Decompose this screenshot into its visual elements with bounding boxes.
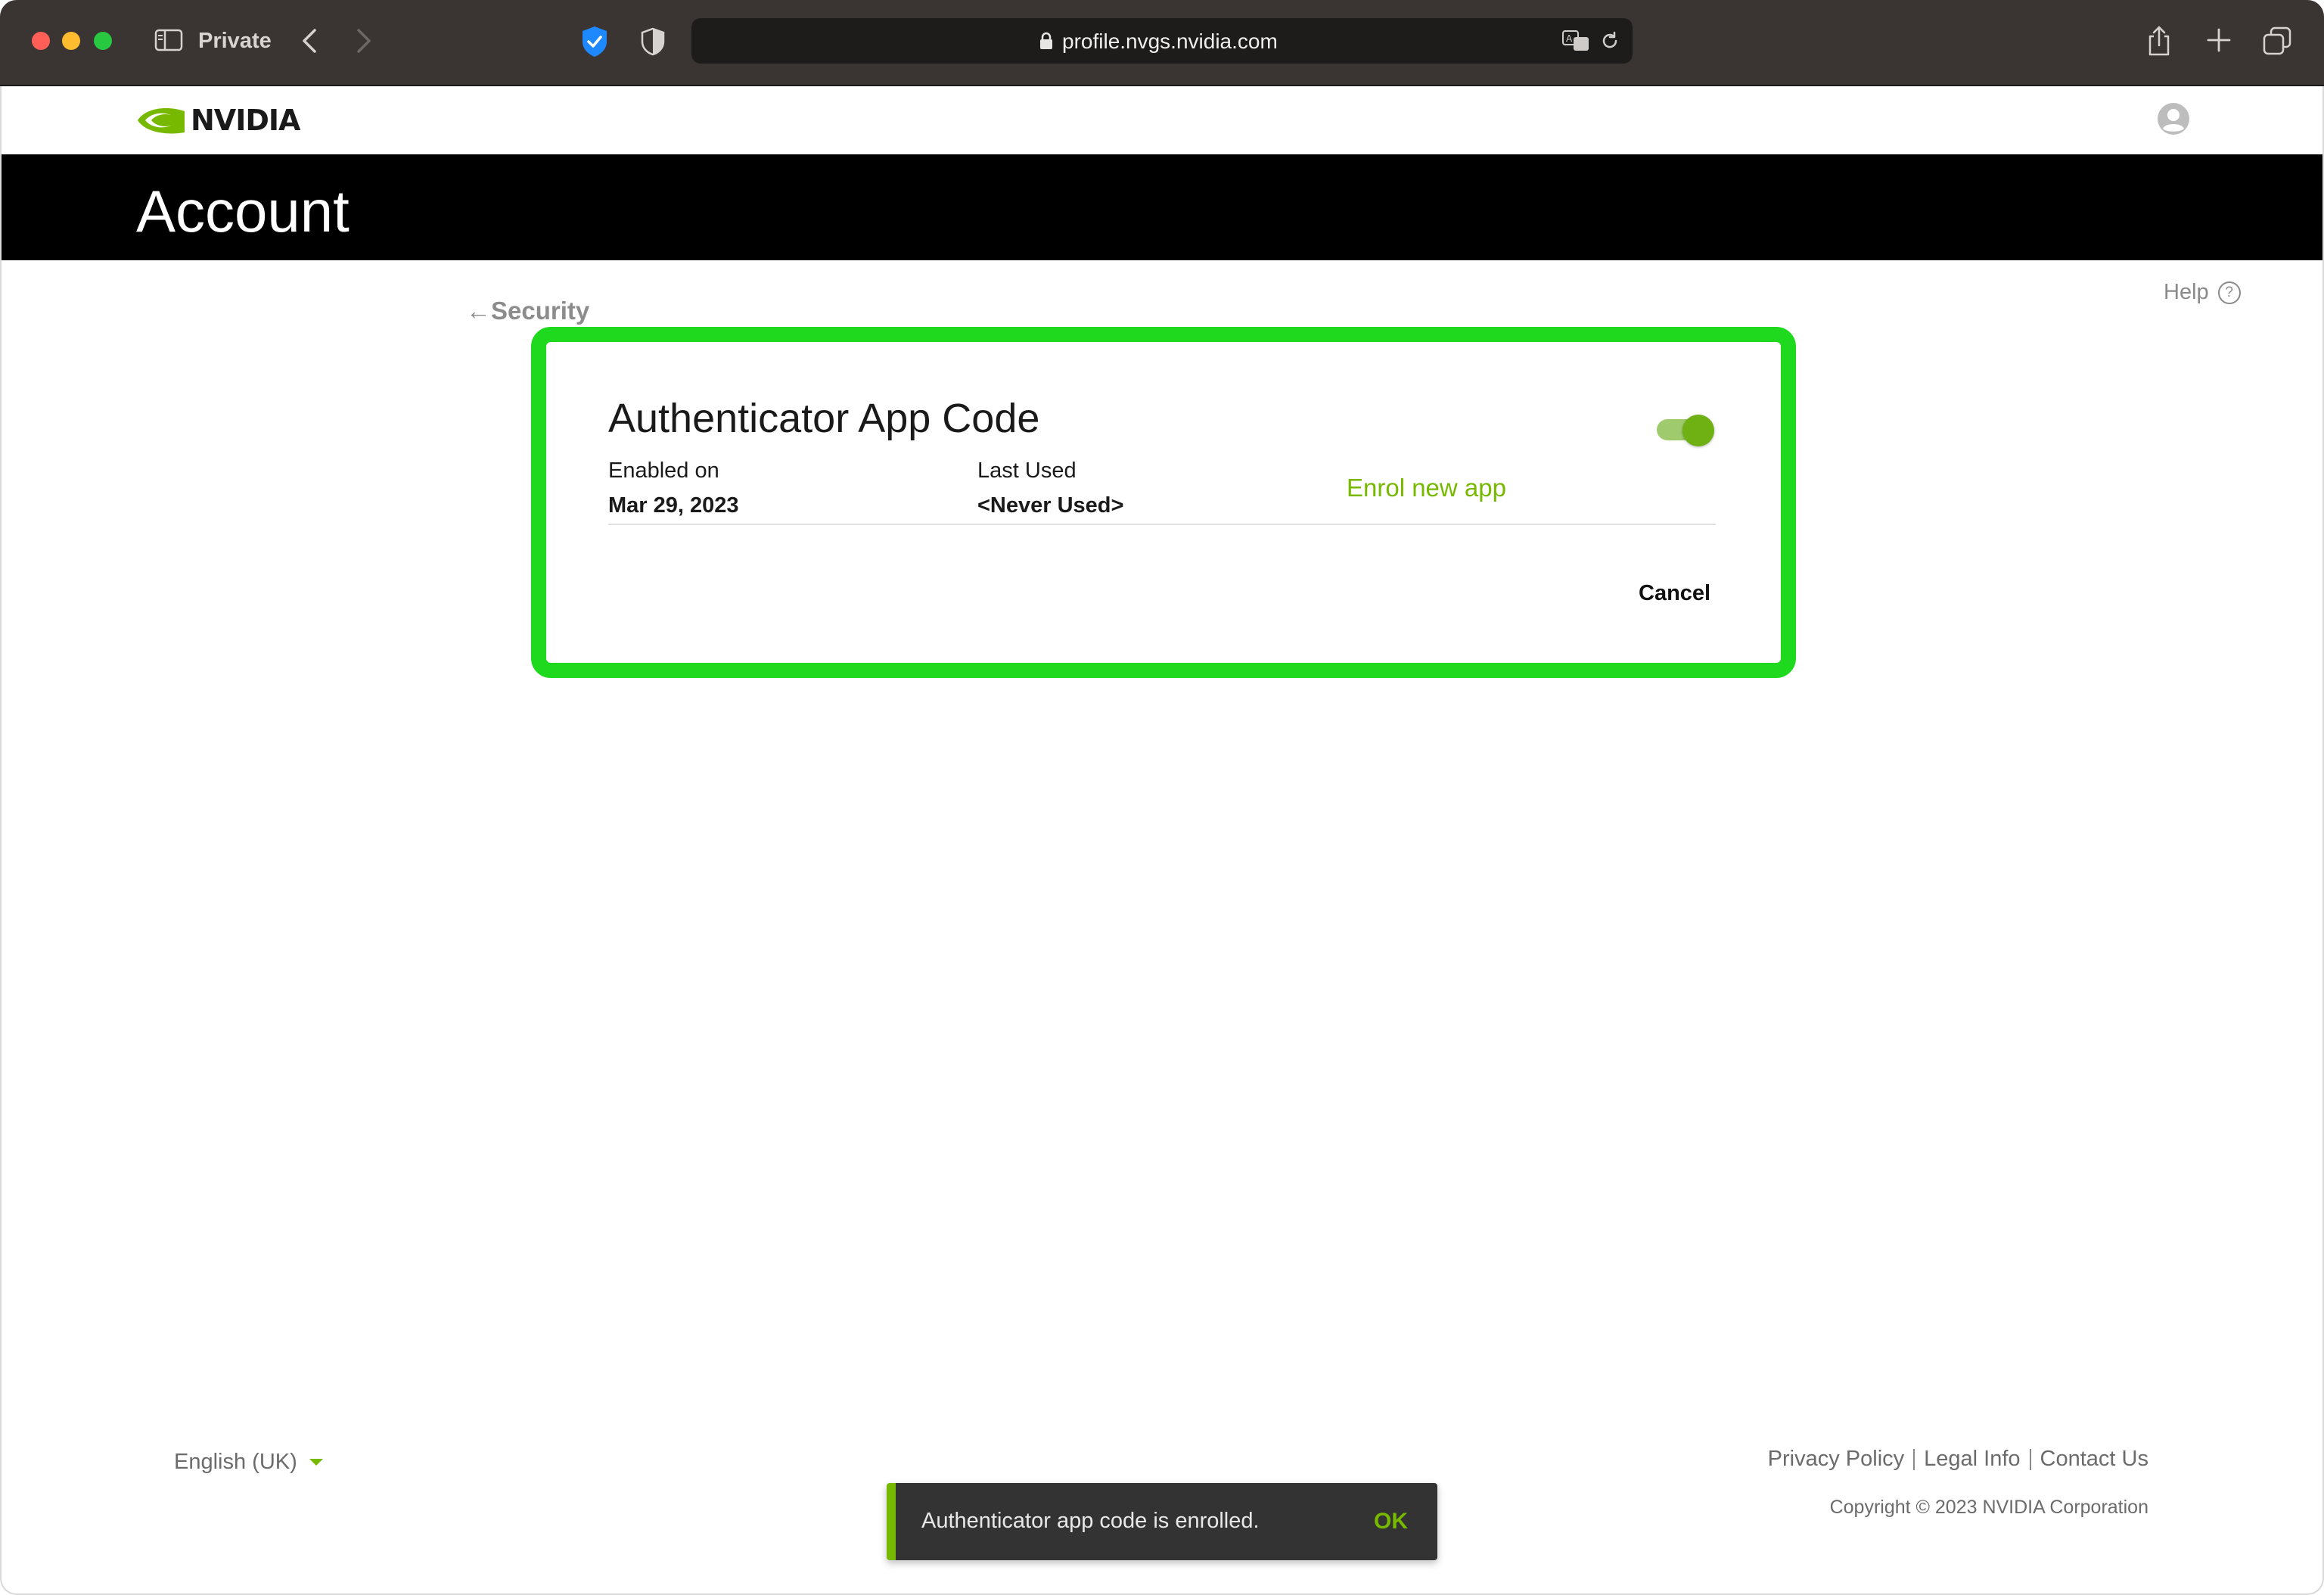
copyright-text: Copyright © 2023 NVIDIA Corporation	[1829, 1497, 2148, 1518]
toast-ok-button[interactable]: OK	[1374, 1509, 1408, 1534]
sidebar-toggle-icon[interactable]	[154, 29, 183, 51]
legal-info-link[interactable]: Legal Info	[1924, 1447, 2020, 1472]
contact-us-link[interactable]: Contact Us	[2040, 1447, 2148, 1472]
toast-message: Authenticator app code is enrolled.	[921, 1509, 1260, 1533]
enabled-on-value: Mar 29, 2023	[608, 493, 739, 518]
minimize-window-button[interactable]	[62, 32, 80, 50]
last-used-value: <Never Used>	[977, 493, 1124, 518]
account-banner: Account	[2, 154, 2322, 260]
authenticator-title: Authenticator App Code	[608, 396, 1040, 441]
nvidia-eye-logo-icon	[138, 108, 185, 134]
forward-arrow-icon[interactable]	[353, 26, 375, 56]
card-divider	[608, 524, 1716, 525]
toggle-knob	[1682, 415, 1714, 446]
private-browsing-label: Private	[198, 29, 272, 53]
lock-icon	[1040, 32, 1052, 49]
browser-toolbar: Private profile.nvgs.nvidia.com A	[0, 0, 2324, 86]
last-used-label: Last Used	[977, 459, 1077, 483]
zoom-window-button[interactable]	[94, 32, 112, 50]
browser-window: Private profile.nvgs.nvidia.com A NVIDIA…	[0, 0, 2324, 1595]
caret-down-icon	[309, 1459, 323, 1466]
language-selector[interactable]: English (UK)	[174, 1450, 323, 1475]
close-window-button[interactable]	[32, 32, 50, 50]
translate-icon[interactable]: A	[1561, 29, 1592, 53]
authenticator-toggle[interactable]	[1655, 415, 1716, 446]
enabled-on-label: Enabled on	[608, 459, 719, 483]
footer-separator	[1913, 1448, 1915, 1470]
share-icon[interactable]	[2145, 24, 2173, 58]
site-header: NVIDIA	[2, 86, 2322, 154]
privacy-shield-icon[interactable]	[579, 25, 610, 58]
footer-separator	[2029, 1448, 2031, 1470]
tab-overview-icon[interactable]	[2262, 26, 2292, 56]
help-label: Help	[2164, 280, 2209, 304]
nvidia-logo[interactable]: NVIDIA	[136, 101, 300, 139]
help-question-icon: ?	[2217, 281, 2241, 304]
privacy-policy-link[interactable]: Privacy Policy	[1768, 1447, 1905, 1472]
reload-icon[interactable]	[1599, 30, 1620, 51]
address-bar[interactable]: profile.nvgs.nvidia.com A	[691, 18, 1633, 64]
cancel-button[interactable]: Cancel	[1639, 581, 1710, 606]
svg-text:A: A	[1566, 33, 1573, 44]
back-arrow-icon[interactable]	[298, 26, 321, 56]
url-text: profile.nvgs.nvidia.com	[1062, 30, 1278, 53]
help-link[interactable]: Help ?	[2164, 280, 2241, 305]
footer-links: Privacy Policy Legal Info Contact Us	[1768, 1447, 2148, 1472]
back-to-security-link[interactable]: ←Security	[466, 297, 589, 325]
new-tab-icon[interactable]	[2206, 27, 2232, 53]
enrol-new-app-link[interactable]: Enrol new app	[1347, 474, 1506, 502]
page-title: Account	[136, 178, 350, 244]
tracking-shield-icon[interactable]	[640, 27, 666, 56]
nvidia-logo-text: NVIDIA	[191, 104, 300, 137]
language-label: English (UK)	[174, 1450, 297, 1474]
user-avatar-icon[interactable]	[2156, 101, 2191, 136]
toast-notification: Authenticator app code is enrolled. OK	[887, 1483, 1437, 1560]
